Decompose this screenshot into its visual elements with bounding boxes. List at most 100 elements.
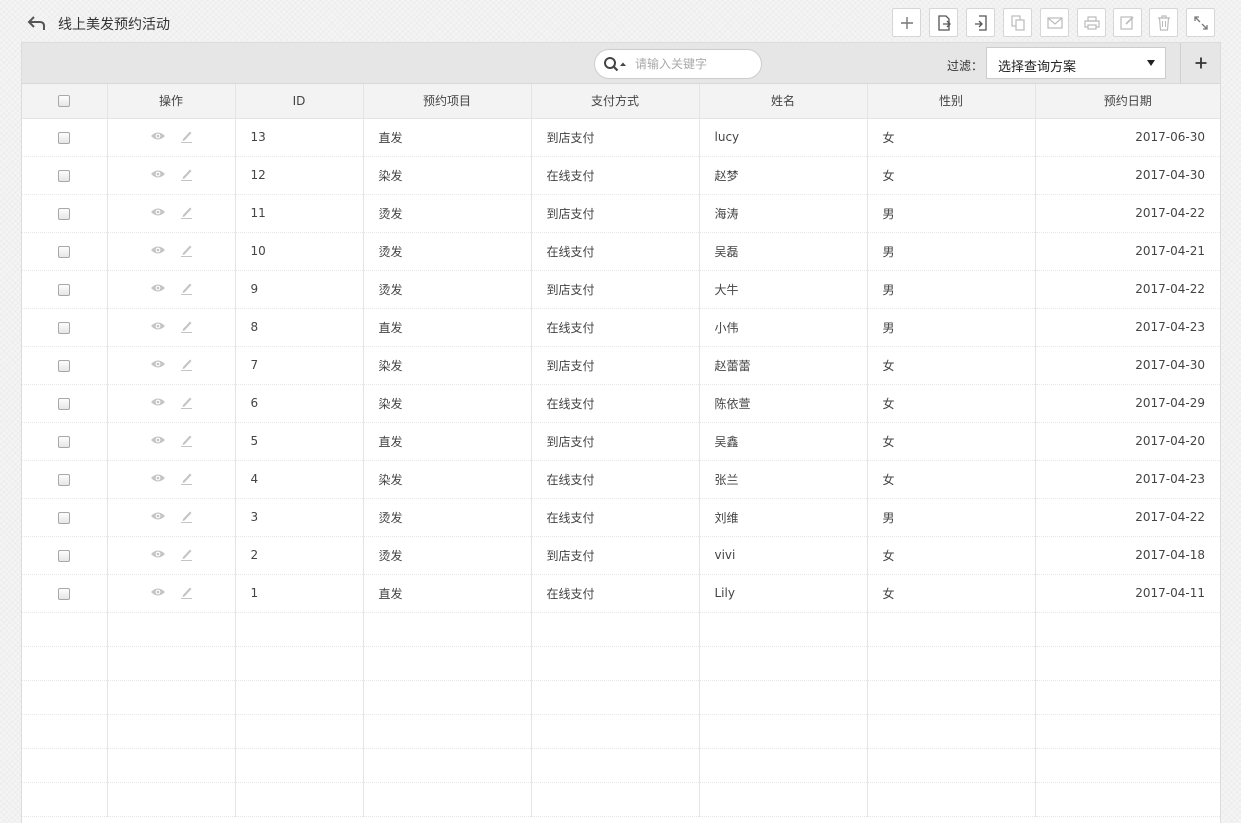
- search-options-icon[interactable]: [603, 56, 631, 74]
- item-cell: 烫发: [363, 232, 532, 271]
- add-button[interactable]: [892, 8, 921, 37]
- column-header-id[interactable]: ID: [235, 84, 364, 119]
- edit-icon: [1120, 15, 1135, 30]
- fullscreen-button[interactable]: [1186, 8, 1215, 37]
- id-cell: 12: [235, 156, 364, 195]
- gender-cell: 男: [867, 270, 1036, 309]
- empty-row: [22, 782, 1220, 817]
- view-eye-icon[interactable]: [150, 320, 166, 334]
- table-row[interactable]: 5 直发 到店支付 吴鑫女 2017-04-20: [22, 422, 1220, 461]
- table-row[interactable]: 10 烫发 在线支付 吴磊男 2017-04-21: [22, 232, 1220, 271]
- copy-button[interactable]: [1003, 8, 1032, 37]
- empty-cell: [363, 748, 532, 783]
- edit-pencil-icon[interactable]: [180, 167, 193, 184]
- row-select-cell: [22, 156, 108, 195]
- table-row[interactable]: 1 直发 在线支付 Lily 女 2017-04-11: [22, 574, 1220, 613]
- table-row[interactable]: 11 烫发 到店支付 海涛男 2017-04-22: [22, 194, 1220, 233]
- view-eye-icon[interactable]: [150, 510, 166, 524]
- row-checkbox[interactable]: [58, 549, 71, 562]
- column-header-actions[interactable]: 操作: [107, 84, 236, 119]
- empty-cell: [1035, 714, 1220, 749]
- view-eye-icon[interactable]: [150, 206, 166, 220]
- export-button[interactable]: [929, 8, 958, 37]
- empty-cell: [235, 748, 364, 783]
- edit-pencil-icon[interactable]: [180, 433, 193, 450]
- delete-button[interactable]: [1149, 8, 1178, 37]
- row-checkbox[interactable]: [58, 587, 71, 600]
- view-eye-icon[interactable]: [150, 396, 166, 410]
- table-row[interactable]: 8 直发 在线支付 小伟男 2017-04-23: [22, 308, 1220, 347]
- batch-edit-button[interactable]: [1113, 8, 1142, 37]
- table-row[interactable]: 12 染发 在线支付 赵梦女 2017-04-30: [22, 156, 1220, 195]
- row-checkbox[interactable]: [58, 435, 71, 448]
- row-checkbox[interactable]: [58, 131, 71, 144]
- select-all-checkbox[interactable]: [58, 95, 71, 108]
- payment-cell: 到店支付: [531, 422, 700, 461]
- empty-cell: [1035, 612, 1220, 647]
- view-eye-icon[interactable]: [150, 130, 166, 144]
- empty-cell: [1035, 646, 1220, 681]
- row-checkbox[interactable]: [58, 169, 71, 182]
- edit-pencil-icon[interactable]: [180, 509, 193, 526]
- row-checkbox[interactable]: [58, 397, 71, 410]
- row-checkbox[interactable]: [58, 207, 71, 220]
- view-eye-icon[interactable]: [150, 586, 166, 600]
- gender-cell: 女: [867, 460, 1036, 499]
- column-header-gender[interactable]: 性别: [867, 84, 1036, 119]
- row-checkbox[interactable]: [58, 511, 71, 524]
- edit-pencil-icon[interactable]: [180, 281, 193, 298]
- edit-pencil-icon[interactable]: [180, 129, 193, 146]
- row-checkbox[interactable]: [58, 359, 71, 372]
- column-header-item[interactable]: 预约项目: [363, 84, 532, 119]
- date-cell: 2017-04-11: [1035, 574, 1220, 613]
- view-eye-icon[interactable]: [150, 244, 166, 258]
- edit-pencil-icon[interactable]: [180, 319, 193, 336]
- back-arrow-icon[interactable]: [27, 15, 47, 31]
- view-eye-icon[interactable]: [150, 168, 166, 182]
- table-row[interactable]: 7 染发 到店支付 赵蕾蕾女 2017-04-30: [22, 346, 1220, 385]
- edit-pencil-icon[interactable]: [180, 243, 193, 260]
- table-row[interactable]: 4 染发 在线支付 张兰女 2017-04-23: [22, 460, 1220, 499]
- column-header-date[interactable]: 预约日期: [1035, 84, 1220, 119]
- row-checkbox[interactable]: [58, 321, 71, 334]
- edit-pencil-icon[interactable]: [180, 585, 193, 602]
- edit-pencil-icon[interactable]: [180, 471, 193, 488]
- table-row[interactable]: 6 染发 在线支付 陈依萱女 2017-04-29: [22, 384, 1220, 423]
- search-input[interactable]: [635, 54, 755, 74]
- empty-cell: [363, 714, 532, 749]
- row-checkbox[interactable]: [58, 473, 71, 486]
- row-checkbox[interactable]: [58, 245, 71, 258]
- view-eye-icon[interactable]: [150, 282, 166, 296]
- edit-pencil-icon[interactable]: [180, 395, 193, 412]
- print-button[interactable]: [1077, 8, 1106, 37]
- column-header-payment[interactable]: 支付方式: [531, 84, 700, 119]
- edit-pencil-icon[interactable]: [180, 205, 193, 222]
- name-cell: 陈依萱: [699, 384, 868, 423]
- row-checkbox[interactable]: [58, 283, 71, 296]
- id-cell: 2: [235, 536, 364, 575]
- view-eye-icon[interactable]: [150, 472, 166, 486]
- column-header-name[interactable]: 姓名: [699, 84, 868, 119]
- edit-pencil-icon[interactable]: [180, 547, 193, 564]
- trash-icon: [1157, 14, 1171, 31]
- query-scheme-select[interactable]: 选择查询方案: [986, 47, 1166, 79]
- view-eye-icon[interactable]: [150, 548, 166, 562]
- add-filter-button[interactable]: [1188, 51, 1214, 77]
- name-cell: 刘维: [699, 498, 868, 537]
- email-button[interactable]: [1040, 8, 1069, 37]
- import-button[interactable]: [966, 8, 995, 37]
- edit-pencil-icon[interactable]: [180, 357, 193, 374]
- table-row[interactable]: 3 烫发 在线支付 刘维男 2017-04-22: [22, 498, 1220, 537]
- table-row[interactable]: 2 烫发 到店支付 vivi 女 2017-04-18: [22, 536, 1220, 575]
- table-header-row: 操作 ID 预约项目 支付方式 姓名 性别 预约日期: [22, 84, 1220, 119]
- empty-row: [22, 612, 1220, 647]
- row-select-cell: [22, 498, 108, 537]
- row-select-cell: [22, 574, 108, 613]
- view-eye-icon[interactable]: [150, 358, 166, 372]
- table-row[interactable]: 13 直发 到店支付 lucy 女 2017-06-30: [22, 118, 1220, 157]
- data-grid-panel: 过滤： 选择查询方案 操作 ID 预约项目 支付方式 姓名 性别: [21, 42, 1221, 823]
- view-eye-icon[interactable]: [150, 434, 166, 448]
- table-row[interactable]: 9 烫发 到店支付 大牛男 2017-04-22: [22, 270, 1220, 309]
- empty-cell: [107, 612, 236, 647]
- gender-cell: 男: [867, 232, 1036, 271]
